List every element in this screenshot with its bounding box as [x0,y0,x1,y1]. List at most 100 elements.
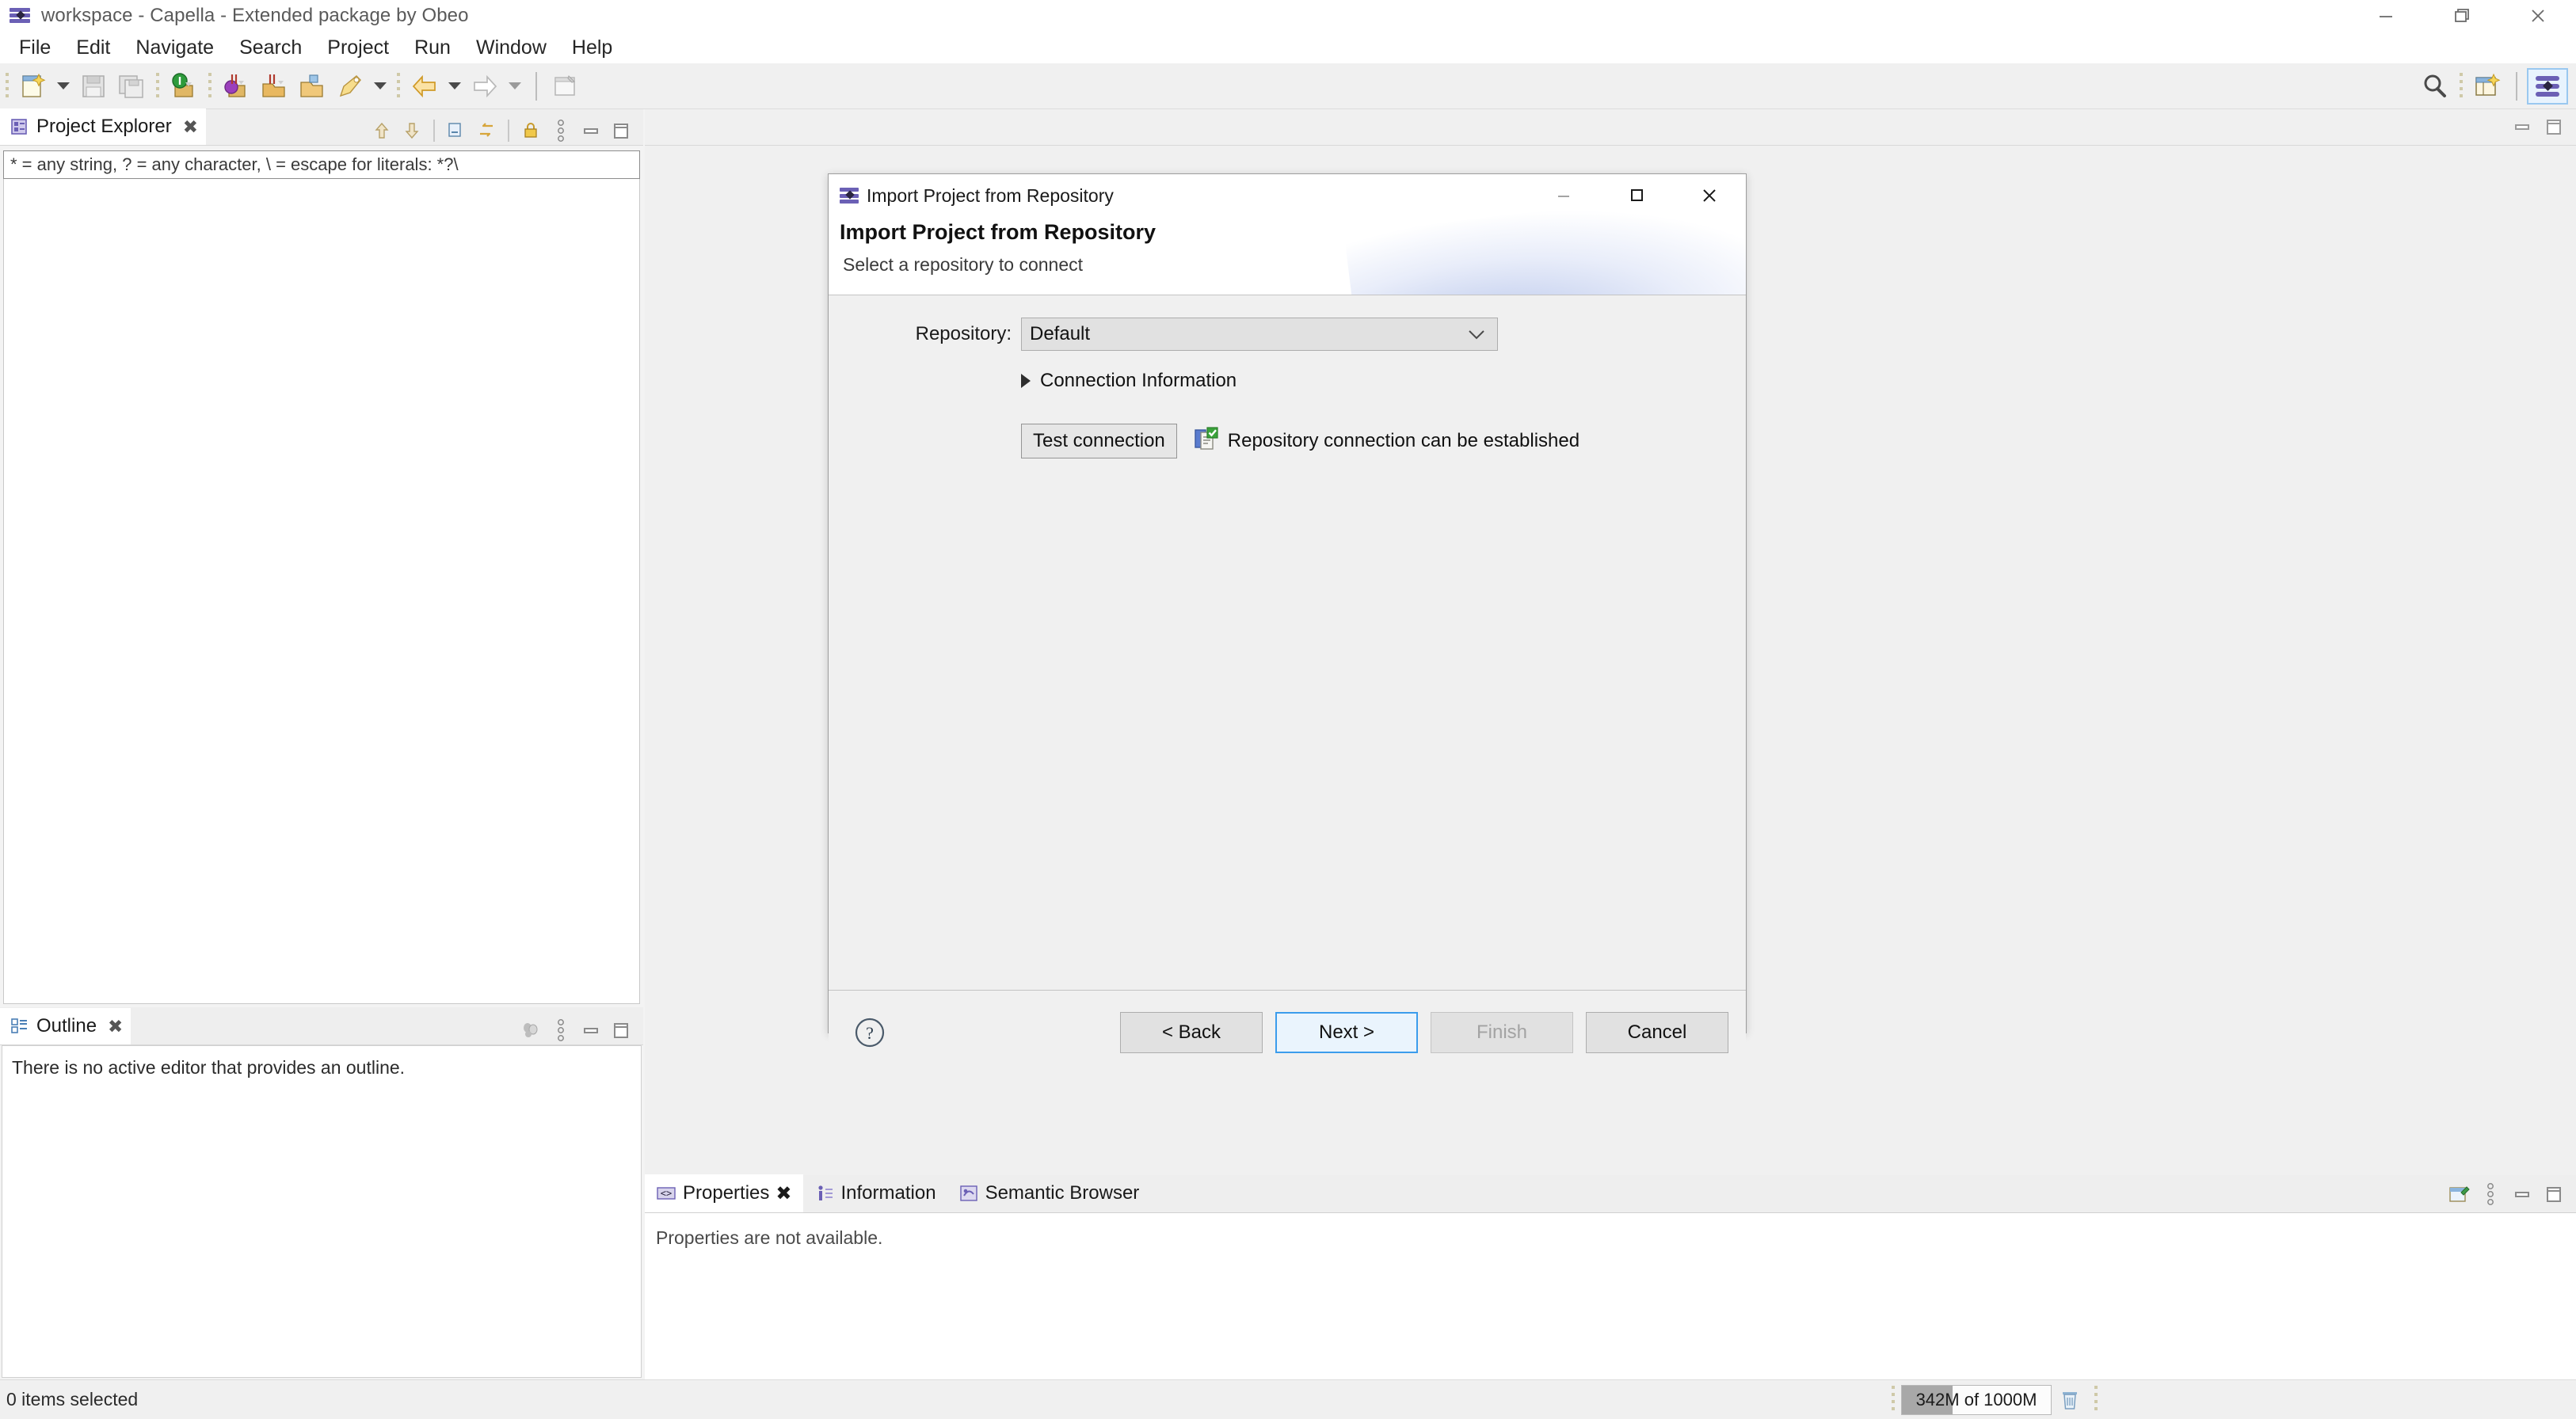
capella-perspective-icon[interactable] [2527,68,2568,105]
perspective-open-icon[interactable] [2471,70,2504,103]
semantic-browser-icon [959,1185,977,1201]
finish-button[interactable]: Finish [1431,1012,1573,1053]
close-tab-icon[interactable]: ✖ [183,116,198,138]
back-arrow-icon[interactable] [408,70,441,103]
properties-view: <> Properties ✖ Information Semantic Bro… [645,1174,2576,1379]
menu-project[interactable]: Project [314,34,402,62]
new-wizard-icon[interactable] [17,70,50,103]
validate-dropdown-arrow[interactable] [371,70,390,103]
tab-label: Outline [36,1015,97,1037]
garbage-collect-icon[interactable] [2052,1385,2088,1415]
project-tree[interactable] [3,179,640,1004]
link-with-editor-icon[interactable] [472,116,501,145]
dialog-subtitle: Select a repository to connect [843,254,1083,275]
open-session-icon[interactable] [167,70,200,103]
lock-icon[interactable] [516,116,545,145]
search-input[interactable]: * = any string, ? = any character, \ = e… [3,150,640,179]
project-explorer-tabbar: Project Explorer ✖ [0,108,643,146]
title-bar: workspace - Capella - Extended package b… [0,0,2576,32]
window-title: workspace - Capella - Extended package b… [41,5,469,26]
back-button[interactable]: < Back [1120,1012,1263,1053]
expand-down-icon[interactable] [398,116,426,145]
minimize-icon[interactable] [577,116,605,145]
close-tab-icon[interactable]: ✖ [108,1016,123,1037]
maximize-icon[interactable] [2540,112,2568,141]
maximize-icon[interactable] [2540,1180,2568,1208]
cancel-button[interactable]: Cancel [1586,1012,1728,1053]
project-explorer-toolbar [368,116,643,145]
next-button[interactable]: Next > [1275,1012,1418,1053]
restore-icon[interactable] [2424,0,2500,32]
repository-select[interactable]: Default [1021,318,1498,351]
menu-help[interactable]: Help [559,34,625,62]
selection-status: 0 items selected [6,1389,139,1409]
information-icon [817,1185,833,1200]
new-dropdown-arrow[interactable] [54,70,73,103]
tab-information[interactable]: Information [803,1174,947,1212]
dialog-window-controls [1527,174,1746,217]
save-all-icon [115,70,148,103]
open-model-icon[interactable] [257,70,291,103]
menu-window[interactable]: Window [463,34,559,62]
minimize-icon[interactable] [2508,1180,2536,1208]
maximize-icon[interactable] [1600,174,1673,217]
properties-tabbar: <> Properties ✖ Information Semantic Bro… [645,1174,2576,1213]
close-tab-icon[interactable]: ✖ [775,1182,791,1205]
svg-text:<>: <> [661,1188,672,1199]
dialog-heading: Import Project from Repository [840,220,1157,244]
menu-bar: File Edit Navigate Search Project Run Wi… [0,32,2576,63]
toolbar-separator [6,72,9,100]
maximize-icon[interactable] [607,1016,635,1044]
window-controls [2348,0,2576,32]
view-menu-icon[interactable] [547,116,575,145]
menu-run[interactable]: Run [402,34,463,62]
help-icon[interactable]: ? [852,1015,887,1050]
application-window: workspace - Capella - Extended package b… [0,0,2576,1419]
test-connection-button[interactable]: Test connection [1021,424,1177,458]
minimize-icon[interactable] [577,1016,605,1044]
menu-edit[interactable]: Edit [63,34,123,62]
minimize-icon[interactable] [1527,174,1600,217]
collapse-up-icon[interactable] [368,116,396,145]
memory-bar[interactable]: 342M of 1000M [1901,1385,2052,1415]
capella-icon [10,7,30,25]
menu-search[interactable]: Search [227,34,314,62]
menu-navigate[interactable]: Navigate [123,34,227,62]
triangle-right-icon[interactable] [1021,374,1031,388]
outline-view: Outline ✖ There is no active editor that… [0,1007,643,1379]
validate-icon[interactable] [333,70,367,103]
main-toolbar [0,63,2576,109]
menu-file[interactable]: File [6,34,63,62]
forward-dropdown-arrow[interactable] [505,70,524,103]
close-session-icon[interactable] [219,70,253,103]
dialog-buttons: < Back Next > Finish Cancel [1120,1012,1728,1053]
close-icon[interactable] [2500,0,2576,32]
open-project-icon[interactable] [295,70,329,103]
back-dropdown-arrow[interactable] [445,70,464,103]
toolbar-separator [208,72,211,100]
toolbar-divider [535,71,537,101]
view-menu-icon[interactable] [547,1016,575,1044]
maximize-icon[interactable] [607,116,635,145]
pin-editor-icon[interactable] [2445,1180,2473,1208]
close-icon[interactable] [1673,174,1746,217]
capella-icon [840,187,859,204]
repository-label: Repository: [915,323,1012,344]
memory-label: 342M of 1000M [1915,1390,2037,1409]
tab-project-explorer[interactable]: Project Explorer ✖ [0,108,207,145]
toolbar-divider [433,120,435,142]
minimize-icon[interactable] [2508,112,2536,141]
status-bar: 0 items selected 342M of 1000M [0,1379,2576,1419]
hide-icon[interactable] [516,1016,545,1044]
forward-arrow-icon [468,70,501,103]
tab-semantic-browser[interactable]: Semantic Browser [947,1174,1151,1212]
outline-message: There is no active editor that provides … [12,1057,406,1078]
dialog-body: Repository: Default Connection Informati… [829,295,1746,990]
tab-outline[interactable]: Outline ✖ [0,1008,131,1044]
minimize-icon[interactable] [2348,0,2424,32]
connection-information-section[interactable]: Connection Information [1021,370,1237,392]
tab-properties[interactable]: <> Properties ✖ [645,1174,803,1212]
search-icon[interactable] [2418,70,2452,103]
view-menu-icon[interactable] [2476,1180,2505,1208]
collapse-all-icon[interactable] [442,116,471,145]
